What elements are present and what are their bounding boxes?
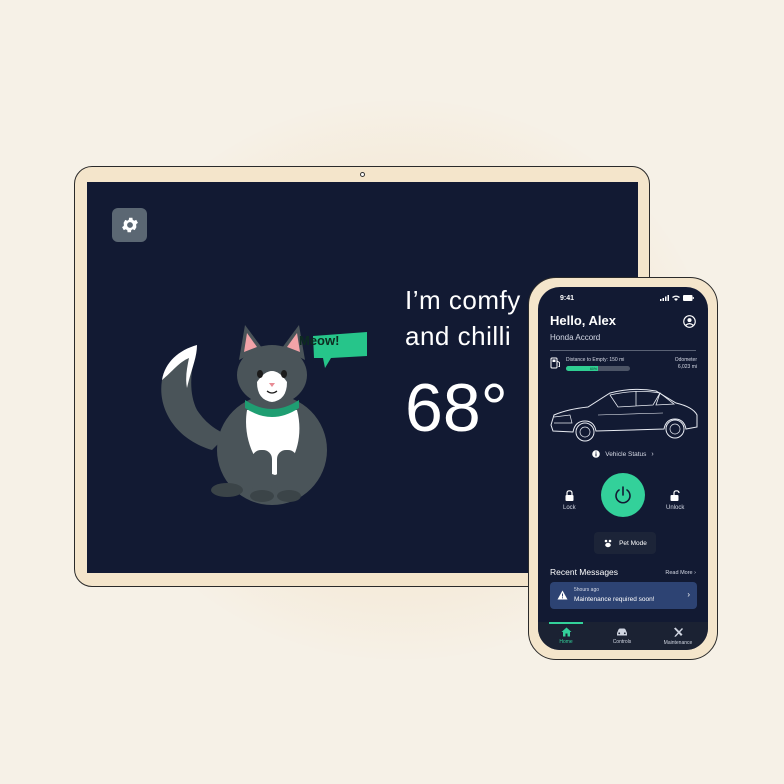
car-illustration [550,388,698,442]
odometer-label: Odometer [674,357,697,363]
wifi-icon [672,295,680,301]
chevron-right-icon: › [651,450,654,458]
header-divider [550,350,696,351]
tab-controls[interactable]: Controls [594,622,650,650]
gear-icon [121,217,138,233]
car-controls-icon [617,628,627,636]
fuel-pump-icon [550,357,560,369]
phone-screen: 9:41 Hello, Alex Honda Accord Distance t… [538,287,708,650]
tab-home-label: Home [559,639,573,645]
greeting: Hello, Alex [550,313,616,328]
unlock-icon [670,490,680,501]
recent-messages-title: Recent Messages [550,567,619,577]
settings-button[interactable] [112,208,147,242]
headline: I’m comfy and chilli [405,282,521,354]
power-start-button[interactable] [601,473,645,517]
odometer-value: 6,023 mi [677,364,697,370]
info-icon [592,450,601,458]
headline-line-1: I’m comfy [405,285,521,315]
fuel-level-fill: 60% [566,366,598,371]
pet-icon [604,539,612,548]
pet-mode-button[interactable]: Pet Mode [594,532,656,554]
lock-label: Lock [563,505,576,511]
tab-maintenance[interactable]: Maintenance [650,622,706,650]
lock-icon [565,490,574,501]
warning-icon [557,590,568,600]
signal-icon [660,295,669,301]
cat-illustration [161,325,367,505]
fuel-level-bar: 60% [566,366,630,371]
message-time: 5hours ago [574,587,600,593]
headline-line-2: and chilli [405,321,512,351]
pet-mode-label: Pet Mode [619,539,647,547]
tab-home[interactable]: Home [538,622,594,650]
message-text: Maintenance required soon! [574,596,655,603]
lock-button[interactable]: Lock [563,490,576,511]
power-icon [615,486,631,504]
wrench-icon [673,627,683,637]
vehicle-status-label: Vehicle Status [605,450,647,458]
tab-controls-label: Controls [612,639,632,645]
message-card[interactable]: 5hours ago Maintenance required soon! › [550,582,697,609]
fuel-percent-label: 60% [589,366,597,371]
phone-device: 9:41 Hello, Alex Honda Accord Distance t… [528,277,718,660]
unlock-label: Unlock [666,505,685,511]
tab-maintenance-label: Maintenance [663,639,693,646]
status-bar-icons [660,295,694,301]
read-more-label: Read More [665,570,693,576]
distance-to-empty-label: Distance to Empty: 150 mi [566,357,625,363]
temperature-display: 68° [405,370,508,446]
chevron-right-icon: › [694,570,696,576]
user-profile-icon[interactable] [683,315,696,328]
vehicle-status-link[interactable]: Vehicle Status › [538,450,708,458]
battery-icon [683,295,694,301]
speech-bubble-text: Meow! [299,333,340,348]
car-model: Honda Accord [550,333,601,342]
read-more-link[interactable]: Read More › [665,570,696,576]
tablet-camera [360,172,365,177]
home-icon [561,627,571,637]
bottom-tab-bar: Home Controls Maintenance [538,622,708,650]
status-bar-time: 9:41 [560,295,575,302]
unlock-button[interactable]: Unlock [666,490,684,511]
chevron-right-icon: › [687,590,690,599]
